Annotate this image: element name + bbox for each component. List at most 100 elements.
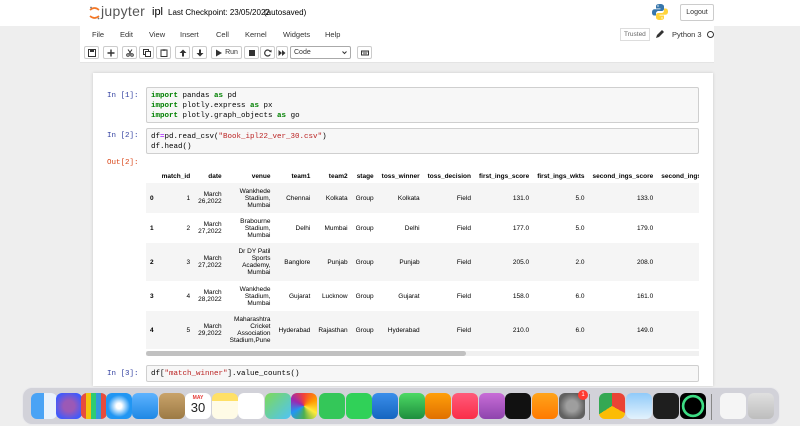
notification-badge: 1 — [578, 390, 588, 400]
pages-icon[interactable] — [425, 393, 451, 419]
jupyter-logo-text[interactable]: jupyter — [101, 3, 145, 19]
column-header: toss_winner — [381, 172, 420, 180]
mail-icon[interactable] — [132, 393, 158, 419]
maps-icon[interactable] — [265, 393, 291, 419]
dock-separator — [711, 394, 712, 420]
cell-1-prompt: In [1]: — [107, 92, 139, 100]
cut-button[interactable] — [122, 46, 137, 59]
jupyter-logo-icon[interactable] — [89, 6, 100, 20]
table-row: 3 4 March 28,2022 Wankhede Stadium, Mumbai G… — [146, 281, 699, 311]
calendar-icon[interactable]: MAY 30 — [185, 393, 211, 419]
interrupt-button[interactable] — [244, 46, 259, 59]
cell-2-code[interactable]: df=pd.read_csv("Book_ipl22_ver_30.csv") … — [146, 128, 699, 154]
calendar-day: 30 — [190, 400, 206, 415]
table-cell: 5.0 — [575, 224, 585, 232]
activity-ring-icon[interactable] — [680, 393, 706, 419]
notebook-name[interactable]: ipl — [152, 6, 163, 18]
table-cell: 205.0 — [512, 258, 530, 266]
cell-3-prompt: In [3]: — [107, 370, 139, 378]
run-button[interactable]: Run — [211, 46, 242, 59]
terminal-icon[interactable] — [653, 393, 679, 419]
menu-insert[interactable]: Insert — [180, 30, 199, 39]
menu-kernel[interactable]: Kernel — [245, 30, 267, 39]
table-cell: Delhi — [295, 224, 311, 232]
contacts-icon[interactable] — [159, 393, 185, 419]
podcasts-icon[interactable] — [479, 393, 505, 419]
music-icon[interactable] — [452, 393, 478, 419]
chrome-icon[interactable] — [599, 393, 625, 419]
table-cell: Punjab — [399, 258, 420, 266]
restart-button[interactable] — [260, 46, 275, 59]
menu-widgets[interactable]: Widgets — [283, 30, 310, 39]
keynote-icon[interactable] — [372, 393, 398, 419]
table-cell: Chennai — [286, 194, 311, 202]
table-cell: March 26,2022 — [198, 191, 222, 205]
table-row: 1 2 March 27,2022 Brabourne Stadium, Mumbai… — [146, 213, 699, 243]
cell-type-value: Code — [294, 49, 311, 56]
output-2-prompt: Out[2]: — [107, 159, 139, 167]
trusted-badge[interactable]: Trusted — [620, 28, 650, 41]
dock-separator — [589, 394, 590, 420]
table-cell: March 27,2022 — [198, 255, 222, 269]
arrow-up-icon — [179, 49, 186, 56]
messages-icon[interactable] — [319, 393, 345, 419]
menu-cell[interactable]: Cell — [216, 30, 229, 39]
trash-icon[interactable] — [748, 393, 774, 419]
preview-icon[interactable] — [626, 393, 652, 419]
move-down-button[interactable] — [192, 46, 207, 59]
notebook-container: In [1]: import pandas as pd import plotl… — [93, 73, 713, 386]
menu-help[interactable]: Help — [325, 30, 340, 39]
row-index: 3 — [150, 292, 154, 300]
cell-3-code[interactable]: df["match_winner"].value_counts() — [146, 365, 699, 382]
system-preferences-icon[interactable]: 1 — [559, 390, 588, 419]
python-logo-icon — [652, 4, 668, 20]
play-icon — [216, 49, 223, 56]
row-index: 4 — [150, 326, 154, 334]
numbers-icon[interactable] — [399, 393, 425, 419]
reminders-icon[interactable] — [238, 393, 264, 419]
command-palette-button[interactable] — [357, 46, 372, 59]
cell-1-code[interactable]: import pandas as pd import plotly.expres… — [146, 87, 699, 123]
launchpad-icon[interactable] — [56, 393, 82, 419]
apps-grid-icon[interactable] — [81, 393, 107, 419]
table-cell: 3 — [186, 258, 191, 266]
table-cell: 2 — [186, 224, 191, 232]
tv-icon[interactable] — [505, 393, 531, 419]
column-header: match_id — [161, 172, 191, 180]
menu-edit[interactable]: Edit — [120, 30, 133, 39]
horizontal-scrollbar[interactable] — [146, 351, 699, 356]
table-cell: March 27,2022 — [198, 221, 222, 235]
table-cell: March 29,2022 — [198, 323, 222, 337]
table-cell — [657, 281, 699, 311]
scrollbar-thumb[interactable] — [146, 351, 466, 356]
safari-icon[interactable] — [106, 393, 132, 419]
table-cell: 131.0 — [512, 194, 530, 202]
finder-icon[interactable] — [31, 393, 57, 419]
menu-file[interactable]: File — [92, 30, 104, 39]
menu-view[interactable]: View — [149, 30, 165, 39]
facetime-icon[interactable] — [346, 393, 372, 419]
cell-type-select[interactable]: Code — [290, 46, 351, 59]
table-cell: Group — [355, 292, 374, 300]
insert-cell-button[interactable] — [103, 46, 118, 59]
stop-icon — [248, 49, 255, 56]
logout-button[interactable]: Logout — [680, 4, 714, 21]
paste-button[interactable] — [156, 46, 171, 59]
pencil-icon[interactable] — [654, 28, 666, 40]
books-icon[interactable] — [532, 393, 558, 419]
table-cell: Gujarat — [398, 292, 420, 300]
document-icon[interactable] — [720, 393, 746, 419]
copy-button[interactable] — [139, 46, 154, 59]
table-cell — [657, 243, 699, 281]
scissors-icon — [125, 48, 134, 57]
table-cell: Wankhede Stadium, Mumbai — [239, 285, 271, 307]
notes-icon[interactable] — [212, 393, 238, 419]
photos-icon[interactable] — [291, 393, 317, 419]
save-button[interactable] — [84, 46, 99, 59]
table-cell: Group — [355, 194, 374, 202]
table-row: 2 3 March 27,2022 Dr DY Patil Sports Academ… — [146, 243, 699, 281]
kernel-name[interactable]: Python 3 — [672, 30, 702, 39]
restart-run-all-button[interactable] — [276, 46, 288, 59]
move-up-button[interactable] — [175, 46, 190, 59]
table-cell: Kolkata — [397, 194, 420, 202]
